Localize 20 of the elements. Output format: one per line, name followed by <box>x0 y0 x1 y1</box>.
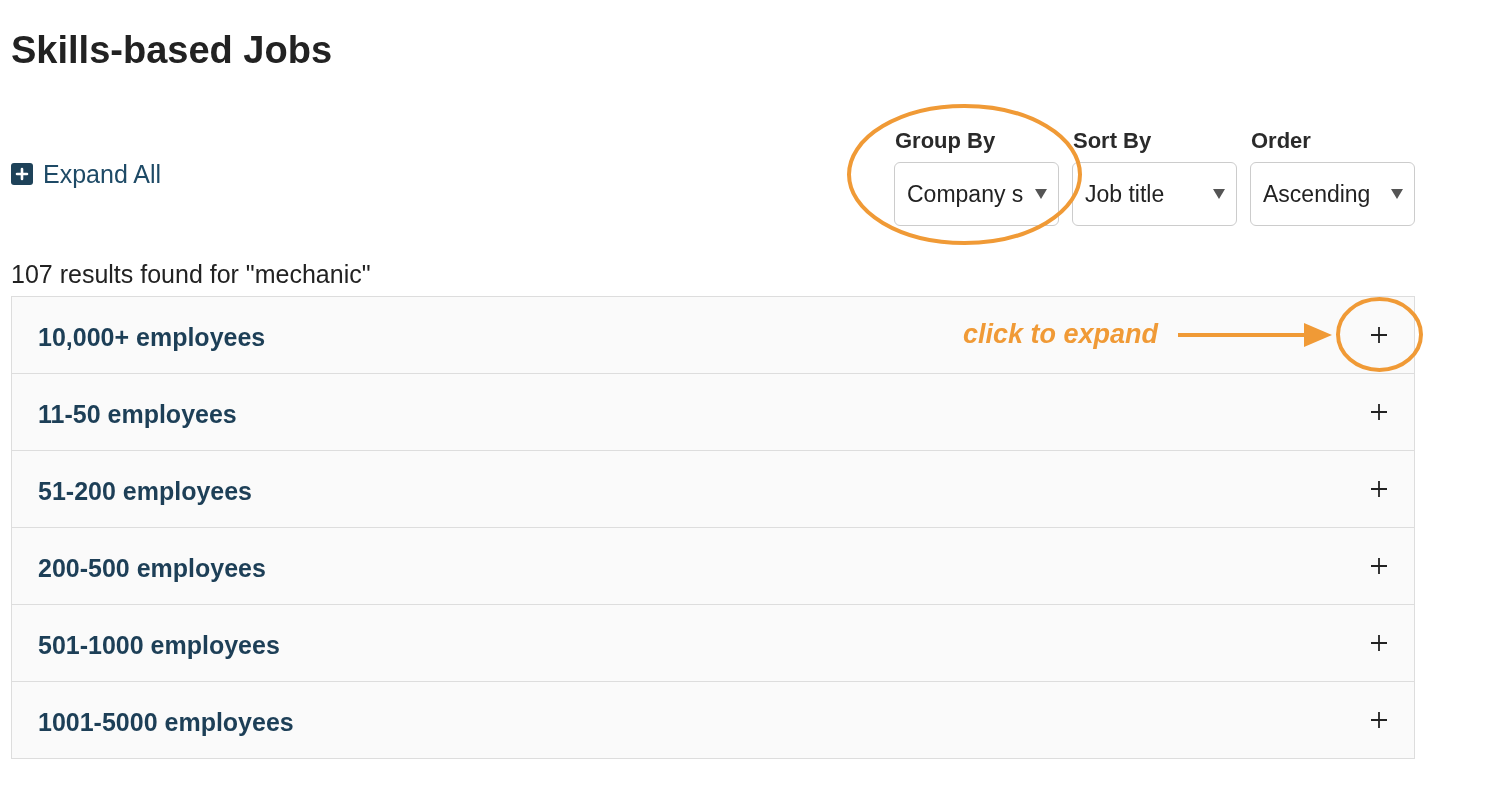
group-heading[interactable]: 200-500 employees <box>38 553 266 583</box>
dropdown[interactable]: Company s <box>894 162 1059 226</box>
annotation-text: click to expand <box>962 318 1158 350</box>
page-title: Skills-based Jobs <box>11 28 332 72</box>
filter-label: Group By <box>895 128 996 154</box>
plus-square-icon <box>11 163 33 185</box>
group-heading[interactable]: 10,000+ employees <box>38 322 266 352</box>
group-heading[interactable]: 1001-5000 employees <box>38 707 294 737</box>
caret-icon <box>1391 189 1403 199</box>
expand-all-link[interactable]: Expand All <box>11 159 162 189</box>
filter-label: Sort By <box>1073 128 1152 154</box>
caret-icon <box>1213 189 1225 199</box>
dropdown[interactable]: Ascending <box>1250 162 1415 226</box>
caret-icon <box>1035 189 1047 199</box>
group-heading[interactable]: 501-1000 employees <box>38 630 280 660</box>
results-summary: 107 results found for "mechanic" <box>11 260 371 288</box>
group-heading[interactable]: 11-50 employees <box>38 399 237 429</box>
group-heading[interactable]: 51-200 employees <box>38 476 253 506</box>
dropdown[interactable]: Job title <box>1072 162 1237 226</box>
filter-label: Order <box>1251 128 1311 154</box>
